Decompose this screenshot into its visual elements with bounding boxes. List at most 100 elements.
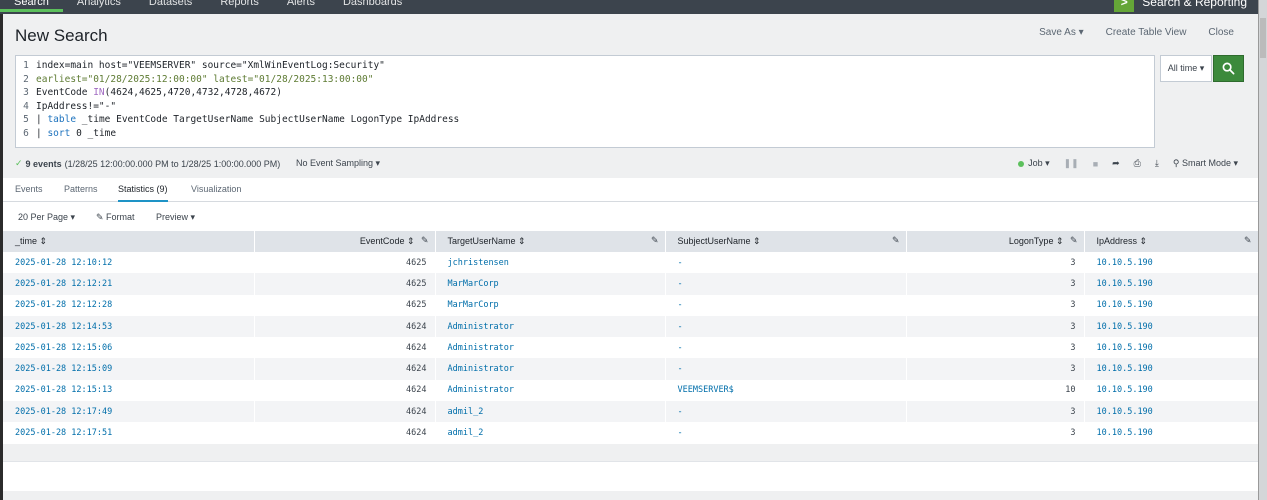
nav-item-datasets[interactable]: Datasets [135, 0, 206, 12]
cell-logontype[interactable]: 3 [906, 273, 1084, 294]
nav-item-alerts[interactable]: Alerts [273, 0, 329, 12]
cell-logontype[interactable]: 3 [906, 316, 1084, 337]
cell-ipaddress[interactable]: 10.10.5.190 [1084, 295, 1258, 316]
column-header-ipaddress[interactable]: IpAddress ⇕ ✎ [1084, 231, 1259, 252]
cell-subjectusername[interactable]: - [665, 358, 906, 379]
pencil-icon: ✎ [96, 212, 107, 222]
pause-icon[interactable]: ❚❚ [1064, 158, 1079, 169]
cell-eventcode[interactable]: 4624 [254, 380, 435, 401]
cell-subjectusername[interactable]: - [665, 401, 906, 422]
edit-column-icon[interactable]: ✎ [651, 235, 659, 246]
tab-statistics[interactable]: Statistics (9) [118, 184, 168, 202]
cell-subjectusername[interactable]: VEEMSERVER$ [665, 380, 906, 401]
search-query-editor[interactable]: 1 index=main host="VEEMSERVER" source="X… [15, 55, 1155, 148]
nav-item-analytics[interactable]: Analytics [63, 0, 135, 12]
cell-subjectusername[interactable]: - [665, 422, 906, 443]
cell-logontype[interactable]: 3 [906, 401, 1084, 422]
tab-patterns[interactable]: Patterns [64, 184, 98, 194]
search-mode-label: Smart Mode ▾ [1181, 158, 1238, 168]
tab-events[interactable]: Events [15, 184, 43, 194]
cell-time[interactable]: 2025-01-28 12:12:28 [3, 295, 254, 316]
cell-ipaddress[interactable]: 10.10.5.190 [1084, 422, 1258, 443]
share-icon[interactable]: ➦ [1112, 158, 1120, 169]
close-button[interactable]: Close [1208, 27, 1234, 38]
cell-time[interactable]: 2025-01-28 12:17:49 [3, 401, 254, 422]
cell-time[interactable]: 2025-01-28 12:15:09 [3, 358, 254, 379]
cell-subjectusername[interactable]: - [665, 273, 906, 294]
app-brand[interactable]: > Search & Reporting [1114, 0, 1247, 12]
cell-subjectusername[interactable]: - [665, 295, 906, 316]
cell-targetusername[interactable]: admil_2 [435, 401, 665, 422]
cell-time[interactable]: 2025-01-28 12:17:51 [3, 422, 254, 443]
cell-targetusername[interactable]: MarMarCorp [435, 295, 665, 316]
edit-column-icon[interactable]: ✎ [1070, 235, 1078, 246]
cell-targetusername[interactable]: Administrator [435, 337, 665, 358]
nav-item-search[interactable]: Search [0, 0, 63, 12]
query-line-text: index=main host="VEEMSERVER" source="Xml… [36, 60, 385, 71]
column-header-eventcode[interactable]: EventCode ⇕ ✎ [254, 231, 436, 252]
cell-time[interactable]: 2025-01-28 12:15:06 [3, 337, 254, 358]
preview-dropdown[interactable]: Preview ▾ [156, 212, 195, 223]
cell-eventcode[interactable]: 4625 [254, 295, 435, 316]
cell-ipaddress[interactable]: 10.10.5.190 [1084, 358, 1258, 379]
column-header-logontype[interactable]: LogonType ⇕ ✎ [906, 231, 1085, 252]
cell-subjectusername[interactable]: - [665, 252, 906, 273]
time-range-picker[interactable]: All time ▾ [1160, 55, 1212, 82]
cell-eventcode[interactable]: 4625 [254, 252, 435, 273]
cell-logontype[interactable]: 3 [906, 337, 1084, 358]
nav-item-reports[interactable]: Reports [206, 0, 273, 12]
format-button[interactable]: ✎ Format [96, 212, 135, 223]
cell-targetusername[interactable]: jchristensen [435, 252, 665, 273]
cell-eventcode[interactable]: 4624 [254, 337, 435, 358]
search-button[interactable] [1213, 55, 1244, 82]
column-header-subjectusername[interactable]: SubjectUserName ⇕ ✎ [665, 231, 907, 252]
cell-eventcode[interactable]: 4624 [254, 401, 435, 422]
stop-icon[interactable]: ■ [1093, 159, 1098, 169]
cell-targetusername[interactable]: MarMarCorp [435, 273, 665, 294]
cell-targetusername[interactable]: admil_2 [435, 422, 665, 443]
cell-ipaddress[interactable]: 10.10.5.190 [1084, 273, 1258, 294]
cell-subjectusername[interactable]: - [665, 316, 906, 337]
query-line: 1 index=main host="VEEMSERVER" source="X… [16, 59, 1154, 73]
cell-eventcode[interactable]: 4624 [254, 358, 435, 379]
cell-eventcode[interactable]: 4624 [254, 316, 435, 337]
cell-time[interactable]: 2025-01-28 12:14:53 [3, 316, 254, 337]
job-menu[interactable]: Job ▾ [1018, 158, 1050, 169]
create-table-view-button[interactable]: Create Table View [1106, 27, 1187, 38]
check-icon: ✓ [15, 158, 23, 168]
save-as-button[interactable]: Save As ▾ [1039, 27, 1084, 38]
cell-time[interactable]: 2025-01-28 12:12:21 [3, 273, 254, 294]
edit-column-icon[interactable]: ✎ [421, 235, 429, 246]
cell-ipaddress[interactable]: 10.10.5.190 [1084, 401, 1258, 422]
window-scrollbar[interactable] [1258, 0, 1267, 500]
print-icon[interactable]: ⎙ [1134, 158, 1141, 169]
column-header-time[interactable]: _time ⇕ [3, 231, 255, 252]
cell-eventcode[interactable]: 4625 [254, 273, 435, 294]
event-sampling-dropdown[interactable]: No Event Sampling ▾ [296, 158, 380, 169]
cell-logontype[interactable]: 3 [906, 252, 1084, 273]
per-page-dropdown[interactable]: 20 Per Page ▾ [18, 212, 75, 223]
cell-targetusername[interactable]: Administrator [435, 358, 665, 379]
edit-column-icon[interactable]: ✎ [892, 235, 900, 246]
cell-subjectusername[interactable]: - [665, 337, 906, 358]
cell-logontype[interactable]: 3 [906, 422, 1084, 443]
cell-time[interactable]: 2025-01-28 12:15:13 [3, 380, 254, 401]
edit-column-icon[interactable]: ✎ [1244, 235, 1252, 246]
cell-logontype[interactable]: 3 [906, 295, 1084, 316]
cell-targetusername[interactable]: Administrator [435, 380, 665, 401]
tab-visualization[interactable]: Visualization [191, 184, 241, 194]
scrollbar-thumb[interactable] [1260, 18, 1266, 58]
cell-targetusername[interactable]: Administrator [435, 316, 665, 337]
cell-ipaddress[interactable]: 10.10.5.190 [1084, 380, 1258, 401]
cell-logontype[interactable]: 10 [906, 380, 1084, 401]
cell-eventcode[interactable]: 4624 [254, 422, 435, 443]
column-header-targetusername[interactable]: TargetUserName ⇕ ✎ [435, 231, 666, 252]
search-mode-dropdown[interactable]: ⚲ Smart Mode ▾ [1173, 158, 1238, 169]
cell-ipaddress[interactable]: 10.10.5.190 [1084, 316, 1258, 337]
cell-logontype[interactable]: 3 [906, 358, 1084, 379]
cell-ipaddress[interactable]: 10.10.5.190 [1084, 337, 1258, 358]
cell-time[interactable]: 2025-01-28 12:10:12 [3, 252, 254, 273]
cell-ipaddress[interactable]: 10.10.5.190 [1084, 252, 1258, 273]
nav-item-dashboards[interactable]: Dashboards [329, 0, 416, 12]
export-icon[interactable]: ⤓ [1155, 158, 1159, 169]
